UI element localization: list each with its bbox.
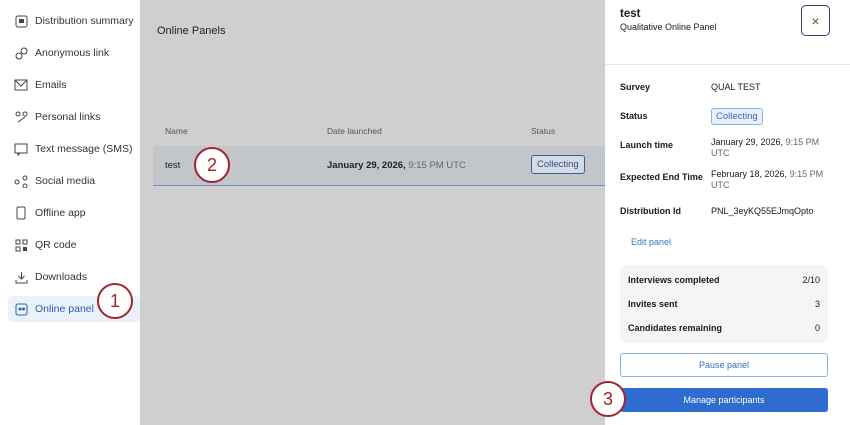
- page-title: Online Panels: [157, 25, 226, 37]
- stats-box: Interviews completed 2/10 Invites sent 3 C…: [620, 265, 828, 343]
- sidebar-item-label: QR code: [35, 239, 77, 251]
- details-panel: test Qualitative Online Panel × Survey Q…: [605, 0, 850, 425]
- panel-title: test: [620, 8, 641, 20]
- sidebar-item-anonymous-link[interactable]: Anonymous link: [8, 40, 140, 66]
- stat-row: Invites sent 3: [628, 299, 820, 309]
- qr-icon: [14, 238, 28, 252]
- callout-2: 2: [194, 147, 230, 183]
- sidebar-item-label: Personal links: [35, 111, 101, 123]
- callout-1: 1: [97, 283, 133, 319]
- panel-icon: [14, 302, 28, 316]
- stat-value: 3: [814, 299, 820, 309]
- launch-value: January 29, 2026, 9:15 PM UTC: [711, 137, 819, 159]
- end-time: 9:15 PM: [789, 169, 824, 179]
- close-button[interactable]: ×: [801, 5, 830, 36]
- stat-row: Candidates remaining 0: [628, 323, 820, 333]
- column-header-status[interactable]: Status: [531, 126, 555, 136]
- message-icon: [14, 142, 28, 156]
- sidebar-item-personal-links[interactable]: Personal links: [8, 104, 140, 130]
- row-date-day: January 29, 2026,: [327, 160, 406, 171]
- launch-tz: UTC: [711, 148, 730, 158]
- manage-participants-button[interactable]: Manage participants: [620, 388, 828, 412]
- panel-subtitle: Qualitative Online Panel: [620, 22, 717, 32]
- distribution-id-value: PNL_3eyKQ55EJmqOpto: [711, 206, 814, 216]
- sidebar: Distribution summary Anonymous link Emai…: [0, 0, 141, 425]
- sidebar-item-label: Offline app: [35, 207, 86, 219]
- status-badge: Collecting: [711, 108, 763, 125]
- status-badge: Collecting: [531, 155, 585, 174]
- stat-row: Interviews completed 2/10: [628, 275, 820, 285]
- summary-icon: [14, 14, 28, 28]
- end-tz: UTC: [711, 180, 730, 190]
- divider: [605, 64, 850, 65]
- distribution-id-label: Distribution Id: [620, 206, 681, 216]
- row-name: test: [165, 160, 181, 171]
- sidebar-item-label: Social media: [35, 175, 96, 187]
- sidebar-item-social-media[interactable]: Social media: [8, 168, 140, 194]
- survey-label: Survey: [620, 82, 651, 92]
- end-date: February 18, 2026,: [711, 169, 788, 179]
- sidebar-item-label: Distribution summary: [35, 15, 134, 27]
- end-label: Expected End Time: [620, 172, 703, 182]
- main-content: Online Panels Name Date launched Status …: [141, 0, 605, 425]
- stat-label: Candidates remaining: [628, 323, 723, 333]
- status-label: Status: [620, 111, 648, 121]
- envelope-icon: [14, 78, 28, 92]
- sidebar-item-label: Downloads: [35, 271, 87, 283]
- sidebar-item-label: Emails: [35, 79, 67, 91]
- launch-date: January 29, 2026,: [711, 137, 784, 147]
- sidebar-item-offline-app[interactable]: Offline app: [8, 200, 140, 226]
- pause-panel-button[interactable]: Pause panel: [620, 353, 828, 377]
- phone-icon: [14, 206, 28, 220]
- edit-panel-link[interactable]: Edit panel: [631, 237, 671, 247]
- sidebar-item-label: Online panel: [35, 303, 94, 315]
- stat-value: 0: [814, 323, 820, 333]
- sidebar-item-emails[interactable]: Emails: [8, 72, 140, 98]
- sidebar-item-qr-code[interactable]: QR code: [8, 232, 140, 258]
- sidebar-item-distribution-summary[interactable]: Distribution summary: [8, 8, 140, 34]
- callout-3: 3: [590, 381, 626, 417]
- close-icon: ×: [811, 12, 820, 29]
- sidebar-item-label: Anonymous link: [35, 47, 110, 59]
- personal-link-icon: [14, 110, 28, 124]
- stat-label: Invites sent: [628, 299, 678, 309]
- stat-value: 2/10: [802, 275, 820, 285]
- row-date: January 29, 2026, 9:15 PM UTC: [327, 160, 466, 171]
- end-value: February 18, 2026, 9:15 PM UTC: [711, 169, 823, 191]
- column-header-date[interactable]: Date launched: [327, 126, 382, 136]
- download-icon: [14, 270, 28, 284]
- link-icon: [14, 46, 28, 60]
- share-icon: [14, 174, 28, 188]
- row-date-time: 9:15 PM UTC: [408, 160, 466, 171]
- survey-value: QUAL TEST: [711, 82, 761, 92]
- sidebar-item-label: Text message (SMS): [35, 143, 133, 155]
- sidebar-item-sms[interactable]: Text message (SMS): [8, 136, 140, 162]
- column-header-name[interactable]: Name: [165, 126, 188, 136]
- launch-time: 9:15 PM: [785, 137, 820, 147]
- launch-label: Launch time: [620, 140, 674, 150]
- stat-label: Interviews completed: [628, 275, 720, 285]
